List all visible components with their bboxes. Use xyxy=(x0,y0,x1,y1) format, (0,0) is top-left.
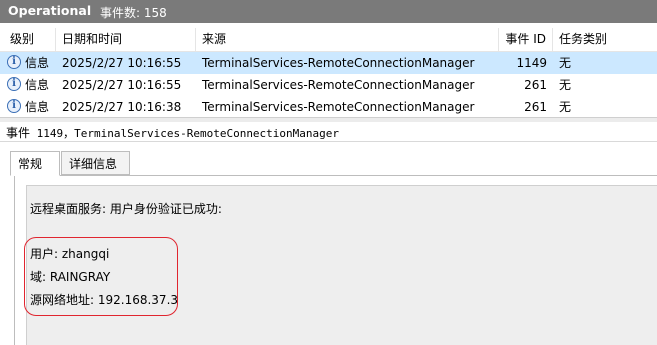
row-datetime: 2025/2/27 10:16:55 xyxy=(62,56,182,70)
row-task: 无 xyxy=(559,100,572,114)
divider xyxy=(0,141,657,142)
row-source: TerminalServices-RemoteConnectionManager xyxy=(202,56,475,70)
log-name: Operational xyxy=(8,3,92,18)
row-task: 无 xyxy=(559,78,572,92)
column-header-level[interactable]: 级别 xyxy=(4,28,56,51)
event-list-header: 级别 日期和时间 来源 事件 ID 任务类别 xyxy=(0,28,657,52)
row-source: TerminalServices-RemoteConnectionManager xyxy=(202,78,475,92)
table-row[interactable]: i 信息 2025/2/27 10:16:38 TerminalServices… xyxy=(0,96,657,118)
detail-title: 事件 1149，TerminalServices-RemoteConnectio… xyxy=(6,124,339,141)
detail-title-text: 1149，TerminalServices-RemoteConnectionMa… xyxy=(30,127,340,140)
tab-details[interactable]: 详细信息 xyxy=(61,151,130,175)
row-datetime: 2025/2/27 10:16:55 xyxy=(62,78,182,92)
info-icon: i xyxy=(7,99,21,113)
row-task: 无 xyxy=(559,56,572,70)
log-title-bar: Operational 事件数: 158 xyxy=(0,0,657,23)
info-icon: i xyxy=(7,77,21,91)
row-event-id: 1149 xyxy=(516,56,547,70)
table-row[interactable]: i 信息 2025/2/27 10:16:55 TerminalServices… xyxy=(0,52,657,74)
table-row[interactable]: i 信息 2025/2/27 10:16:55 TerminalServices… xyxy=(0,74,657,96)
event-count: 事件数: 158 xyxy=(100,6,167,20)
row-event-id: 261 xyxy=(524,100,547,114)
column-header-datetime[interactable]: 日期和时间 xyxy=(56,28,196,51)
pane-splitter[interactable] xyxy=(0,117,657,122)
row-level: 信息 xyxy=(25,78,50,92)
row-source: TerminalServices-RemoteConnectionManager xyxy=(202,100,475,114)
info-icon: i xyxy=(7,55,21,69)
row-event-id: 261 xyxy=(524,78,547,92)
row-datetime: 2025/2/27 10:16:38 xyxy=(62,100,182,114)
detail-title-prefix: 事件 xyxy=(6,126,31,140)
column-header-source[interactable]: 来源 xyxy=(196,28,499,51)
column-header-task[interactable]: 任务类别 xyxy=(553,28,657,51)
column-header-event-id[interactable]: 事件 ID xyxy=(499,28,553,51)
highlight-annotation xyxy=(24,237,178,316)
message-line: 远程桌面服务: 用户身份验证已成功: xyxy=(30,202,222,216)
tab-general[interactable]: 常规 xyxy=(10,151,60,176)
row-level: 信息 xyxy=(25,56,50,70)
row-level: 信息 xyxy=(25,100,50,114)
